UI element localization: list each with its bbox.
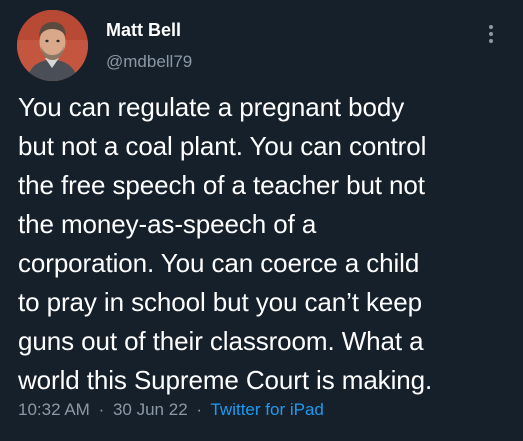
tweet-text-line: You can regulate a pregnant body — [18, 92, 405, 122]
meta-separator: · — [98, 400, 105, 419]
tweet-text-line: world this Supreme Court is making. — [18, 365, 433, 395]
tweet-text-line: corporation. You can coerce a child — [18, 248, 420, 278]
tweet-meta: 10:32 AM · 30 Jun 22 · Twitter for iPad — [18, 400, 324, 420]
tweet-text-line: but not a coal plant. You can control — [18, 131, 427, 161]
meta-separator: · — [196, 400, 203, 419]
tweet-source-link[interactable]: Twitter for iPad — [210, 400, 323, 419]
more-vertical-icon — [489, 25, 493, 43]
tweet-time[interactable]: 10:32 AM — [18, 400, 90, 419]
tweet-text-line: guns out of their classroom. What a — [18, 326, 424, 356]
tweet-text-line: to pray in school but you can’t keep — [18, 287, 422, 317]
tweet-text-line: the money-as-speech of a — [18, 209, 317, 239]
tweet: Matt Bell @mdbell79 You can regulate a p… — [0, 0, 523, 441]
tweet-text-line: the free speech of a teacher but not — [18, 170, 425, 200]
tweet-text: You can regulate a pregnant body but not… — [18, 88, 513, 400]
author-handle[interactable]: @mdbell79 — [106, 52, 192, 72]
avatar-image — [17, 10, 88, 81]
tweet-date[interactable]: 30 Jun 22 — [113, 400, 188, 419]
avatar[interactable] — [17, 10, 88, 81]
more-options-button[interactable] — [480, 20, 502, 48]
author-name[interactable]: Matt Bell — [106, 20, 181, 41]
